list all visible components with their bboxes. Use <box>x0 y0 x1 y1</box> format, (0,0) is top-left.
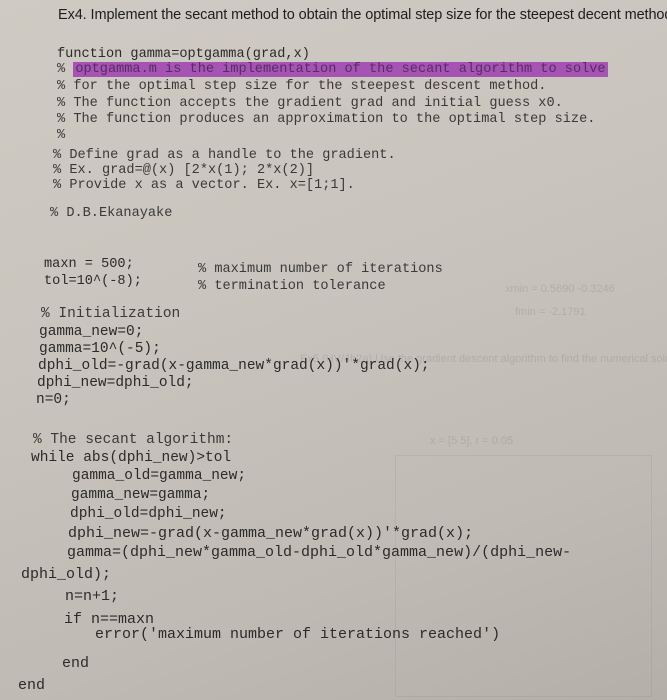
code-line: gamma_old=gamma_new; <box>72 468 247 484</box>
document-page: xmin = 0.5690 -0.3246 fmin = -2.1791 Ex5… <box>0 0 667 700</box>
code-error: error('maximum number of iterations reac… <box>95 626 501 643</box>
code-comment: % The function accepts the gradient grad… <box>57 96 563 111</box>
code-comment: % Initialization <box>41 306 181 322</box>
code-comment-highlighted: % optgamma.m is the implementation of th… <box>57 62 608 77</box>
highlighted-text: optgamma.m is the implementation of the … <box>73 62 608 77</box>
code-line: dphi_old=dphi_new; <box>70 506 227 522</box>
bleed-through-text: xmin = 0.5690 -0.3246 <box>505 283 615 295</box>
code-line: dphi_old=-grad(x-gamma_new*grad(x))'*gra… <box>38 358 430 374</box>
code-maxn: maxn = 500; <box>44 257 134 272</box>
code-comment: % Provide x as a vector. Ex. x=[1;1]. <box>53 178 355 193</box>
code-comment: % The function produces an approximation… <box>57 112 596 127</box>
bleed-through-plot-frame <box>395 455 652 697</box>
code-author-comment: % D.B.Ekanayake <box>50 206 173 221</box>
code-comment: % The secant algorithm: <box>33 432 234 448</box>
code-comment: % <box>57 128 66 143</box>
code-function-definition: function gamma=optgamma(grad,x) <box>57 47 310 62</box>
code-line: gamma_new=0; <box>39 324 144 340</box>
code-line: n=n+1; <box>65 588 120 605</box>
code-line: dphi_new=dphi_old; <box>37 375 194 391</box>
code-line: gamma_new=gamma; <box>71 487 211 503</box>
code-comment: % Define grad as a handle to the gradien… <box>53 148 396 163</box>
code-while: while abs(dphi_new)>tol <box>31 450 232 466</box>
code-comment: % Ex. grad=@(x) [2*x(1); 2*x(2)] <box>53 163 315 178</box>
code-comment: % for the optimal step size for the stee… <box>57 79 547 94</box>
code-line: dphi_new=-grad(x-gamma_new*grad(x))'*gra… <box>68 525 474 542</box>
comment-marker: % <box>57 62 74 77</box>
code-tol: tol=10^(-8); <box>44 274 142 289</box>
code-end-while: end <box>18 677 46 694</box>
code-line: gamma=(dphi_new*gamma_old-dphi_old*gamma… <box>67 544 572 561</box>
bleed-through-text: fmin = -2.1791 <box>515 306 586 318</box>
code-end-if: end <box>62 655 90 672</box>
code-line: gamma=10^(-5); <box>39 341 161 357</box>
bleed-through-text: x = [5 5], r = 0.05 <box>430 435 514 447</box>
code-comment: % termination tolerance <box>198 279 386 294</box>
code-comment: % maximum number of iterations <box>198 262 443 277</box>
exercise-title: Ex4. Implement the secant method to obta… <box>58 7 667 23</box>
code-line: n=0; <box>36 392 71 408</box>
code-if: if n==maxn <box>64 611 155 628</box>
code-line: dphi_old); <box>21 566 112 583</box>
